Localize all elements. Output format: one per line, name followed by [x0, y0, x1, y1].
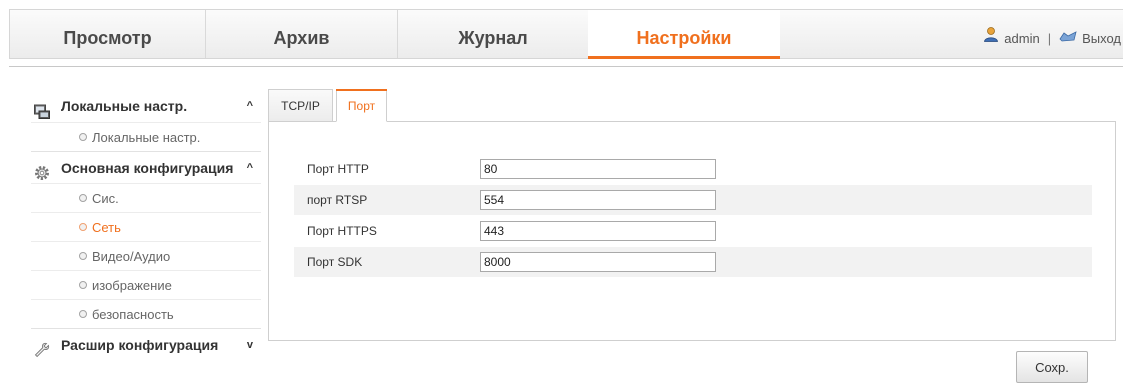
monitor-icon [34, 98, 50, 119]
tab-preview[interactable]: Просмотр [10, 10, 206, 58]
logout-link[interactable]: Выход [1082, 31, 1121, 46]
sidebar-group-basic-config[interactable]: Основная конфигурация ^ [31, 151, 261, 183]
sidebar-item-label: Видео/Аудио [92, 249, 171, 264]
sidebar-item-image[interactable]: изображение [31, 270, 261, 299]
bullet-icon [79, 281, 87, 289]
field-label: порт RTSP [307, 193, 368, 207]
http-port-input[interactable] [480, 159, 716, 179]
sidebar-group-label: Основная конфигурация [61, 160, 234, 176]
sidebar-item-label: безопасность [92, 307, 174, 322]
bullet-icon [79, 310, 87, 318]
https-port-input[interactable] [480, 221, 716, 241]
user-area: admin | Выход [983, 10, 1123, 58]
sidebar-item-local-settings[interactable]: Локальные настр. [31, 122, 261, 151]
user-divider: | [1047, 31, 1052, 46]
field-row-rtsp: порт RTSP [294, 185, 1092, 215]
sidebar: Локальные настр. ^ Локальные настр. Осно… [31, 90, 261, 360]
field-row-https: Порт HTTPS [294, 216, 1092, 246]
sidebar-item-network[interactable]: Сеть [31, 212, 261, 241]
tab-log[interactable]: Журнал [398, 10, 588, 58]
field-label: Порт SDK [307, 255, 363, 269]
logout-icon [1059, 9, 1077, 67]
tab-port[interactable]: Порт [336, 89, 387, 122]
tab-settings[interactable]: Настройки [588, 10, 780, 59]
username-link[interactable]: admin [1004, 31, 1039, 46]
field-label: Порт HTTP [307, 162, 369, 176]
sidebar-group-advanced-config[interactable]: Расшир конфигурация v [31, 328, 261, 360]
user-icon [983, 9, 999, 67]
bullet-icon [79, 223, 87, 231]
header-divider [9, 66, 1123, 67]
top-navigation: Просмотр Архив Журнал Настройки admin | В… [9, 9, 1123, 59]
wrench-icon [34, 337, 50, 358]
sidebar-item-label: Локальные настр. [92, 130, 201, 145]
bullet-icon [79, 133, 87, 141]
sdk-port-input[interactable] [480, 252, 716, 272]
sidebar-group-label: Локальные настр. [61, 98, 188, 114]
sidebar-item-label: изображение [92, 278, 172, 293]
sidebar-group-label: Расшир конфигурация [61, 337, 219, 353]
field-row-http: Порт HTTP [294, 154, 1092, 184]
chevron-up-icon: ^ [246, 162, 253, 174]
sidebar-item-system[interactable]: Сис. [31, 183, 261, 212]
tab-archive[interactable]: Архив [206, 10, 398, 58]
sidebar-item-label: Сеть [92, 220, 121, 235]
field-label: Порт HTTPS [307, 224, 377, 238]
sidebar-group-local[interactable]: Локальные настр. ^ [31, 90, 261, 122]
sidebar-item-label: Сис. [92, 191, 119, 206]
bullet-icon [79, 194, 87, 202]
save-button[interactable]: Сохр. [1016, 351, 1088, 383]
bullet-icon [79, 252, 87, 260]
sidebar-item-video-audio[interactable]: Видео/Аудио [31, 241, 261, 270]
port-settings-panel: Порт HTTP порт RTSP Порт HTTPS Порт SDK [268, 121, 1116, 341]
chevron-up-icon: ^ [246, 100, 253, 112]
rtsp-port-input[interactable] [480, 190, 716, 210]
chevron-down-icon: v [246, 339, 253, 351]
tab-tcpip[interactable]: TCP/IP [268, 89, 333, 122]
sidebar-item-security[interactable]: безопасность [31, 299, 261, 328]
gear-icon [34, 160, 50, 180]
field-row-sdk: Порт SDK [294, 247, 1092, 277]
